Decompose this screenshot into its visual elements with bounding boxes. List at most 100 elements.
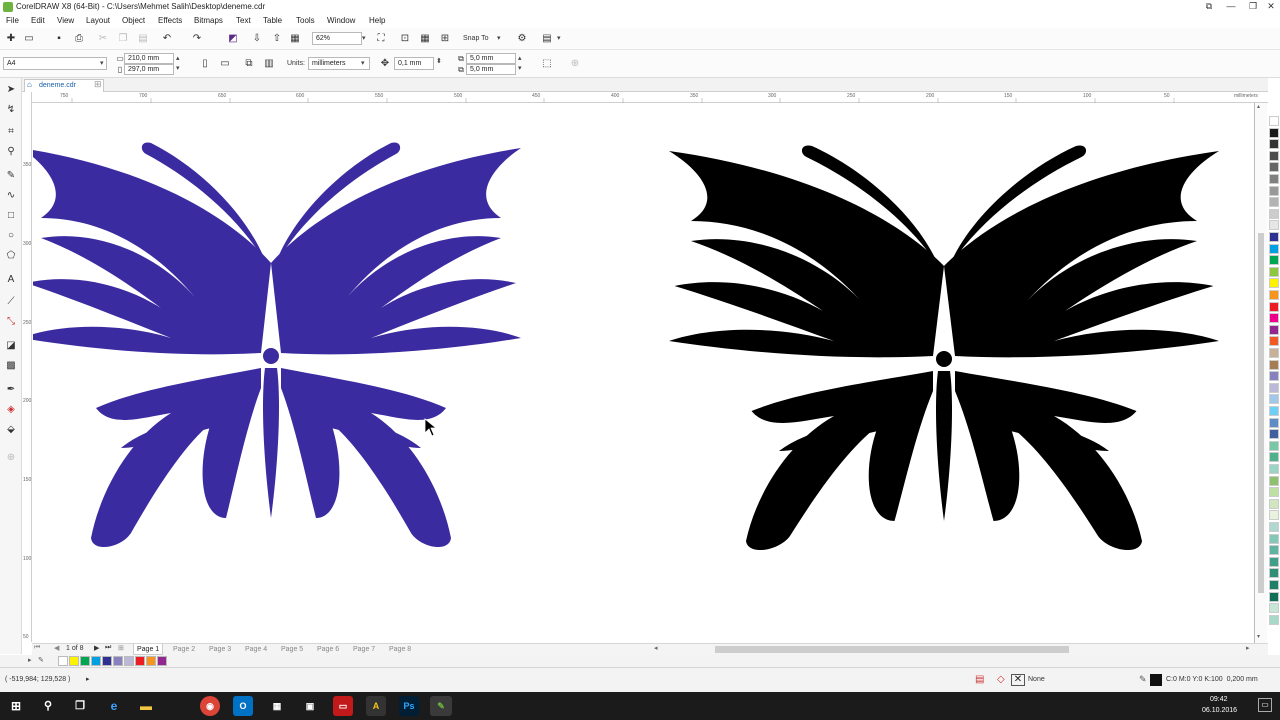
document-palette-swatch[interactable] [58, 656, 68, 666]
page-width-field[interactable]: 210,0 mm [124, 53, 174, 64]
palette-swatch[interactable] [1269, 556, 1279, 567]
drop-shadow-tool-icon[interactable]: ◪ [3, 338, 19, 354]
duplicate-x-field[interactable]: 5,0 mm [466, 53, 516, 64]
quick-customize-tools-icon[interactable]: ⊕ [3, 450, 19, 466]
page-size-dropdown-icon[interactable]: ▾ [100, 59, 104, 67]
treat-as-filled-icon[interactable]: ⬚ [540, 57, 554, 71]
palette-swatch[interactable] [1269, 197, 1279, 208]
document-palette-swatch[interactable] [146, 656, 156, 666]
vertical-ruler[interactable]: 350 300 250 200 150 100 50 [22, 92, 32, 642]
add-page-icon[interactable]: ⊞ [118, 644, 124, 652]
pick-tool-icon[interactable]: ➤ [3, 82, 19, 98]
application-launcher-icon[interactable]: ▤ [540, 32, 554, 46]
home-icon[interactable]: ⌂ [27, 80, 32, 89]
vertical-scroll-thumb[interactable] [1258, 233, 1264, 593]
parallel-dimension-tool-icon[interactable]: ⟋ [3, 294, 19, 310]
scroll-up-icon[interactable]: ▴ [1257, 103, 1260, 110]
document-palette-swatch[interactable] [102, 656, 112, 666]
document-palette-swatch[interactable] [124, 656, 134, 666]
copy-icon[interactable]: ❐ [116, 32, 130, 46]
page-height-field[interactable]: 297,0 mm [124, 64, 174, 75]
page-tab-3[interactable]: Page 3 [206, 644, 234, 655]
page-size-select[interactable]: A4 [3, 57, 107, 70]
palette-swatch[interactable] [1269, 452, 1279, 463]
page-tab-6[interactable]: Page 6 [314, 644, 342, 655]
paste-icon[interactable]: ▤ [136, 32, 150, 46]
palette-swatch[interactable] [1269, 255, 1279, 266]
menu-bitmaps[interactable]: Bitmaps [194, 16, 223, 25]
menu-layout[interactable]: Layout [86, 16, 110, 25]
landscape-icon[interactable]: ▭ [218, 57, 232, 71]
horizontal-scroll-thumb[interactable] [715, 646, 1069, 653]
last-page-icon[interactable]: ⏭ [105, 644, 111, 652]
next-page-icon[interactable]: ▶ [94, 644, 99, 652]
palette-swatch[interactable] [1269, 116, 1279, 126]
palette-swatch[interactable] [1269, 475, 1279, 486]
minimize-button[interactable]: — [1220, 0, 1242, 14]
page-tab-1[interactable]: Page 1 [133, 644, 164, 655]
palette-swatch[interactable] [1269, 510, 1279, 521]
fill-icon[interactable]: ◇ [997, 674, 1005, 685]
menu-object[interactable]: Object [122, 16, 145, 25]
menu-edit[interactable]: Edit [31, 16, 45, 25]
smart-fill-tool-icon[interactable]: ⬙ [3, 422, 19, 438]
snap-to-button[interactable]: Snap To [463, 35, 489, 42]
document-palette-swatch[interactable] [91, 656, 101, 666]
show-grid-icon[interactable]: ▦ [418, 32, 432, 46]
cut-icon[interactable]: ✂ [96, 32, 110, 46]
palette-swatch[interactable] [1269, 162, 1279, 173]
palette-swatch[interactable] [1269, 440, 1279, 451]
scroll-down-icon[interactable]: ▾ [1257, 633, 1260, 640]
palette-swatch[interactable] [1269, 487, 1279, 498]
units-dropdown-icon[interactable]: ▾ [361, 59, 365, 67]
page-tab-2[interactable]: Page 2 [170, 644, 198, 655]
windows-start-icon[interactable]: ⊞ [6, 696, 26, 716]
menu-effects[interactable]: Effects [158, 16, 182, 25]
palette-swatch[interactable] [1269, 417, 1279, 428]
page-tab-5[interactable]: Page 5 [278, 644, 306, 655]
document-tab[interactable]: deneme.cdr [24, 79, 104, 92]
palette-swatch[interactable] [1269, 313, 1279, 324]
close-button[interactable]: ✕ [1260, 0, 1280, 14]
document-palette-swatch[interactable] [69, 656, 79, 666]
undo-icon[interactable]: ↶ [160, 32, 174, 46]
notifications-icon[interactable]: ▭ [1258, 698, 1272, 712]
page-tab-7[interactable]: Page 7 [350, 644, 378, 655]
palette-swatch[interactable] [1269, 174, 1279, 184]
palette-swatch[interactable] [1269, 371, 1279, 382]
zoom-tool-icon[interactable]: ⚲ [3, 144, 19, 160]
scroll-left-icon[interactable]: ◂ [654, 644, 658, 652]
menu-tools[interactable]: Tools [296, 16, 315, 25]
height-spinner-icon[interactable]: ▾ [176, 64, 180, 72]
help-window-icon[interactable]: ⧉ [1198, 0, 1220, 14]
portrait-icon[interactable]: ▯ [198, 57, 212, 71]
palette-swatch[interactable] [1269, 603, 1279, 614]
options-gear-icon[interactable]: ⚙ [515, 32, 529, 46]
purple-butterfly[interactable] [21, 142, 521, 548]
import-icon[interactable]: ⇩ [250, 32, 264, 46]
menu-help[interactable]: Help [369, 16, 385, 25]
publish-pdf-icon[interactable]: ▦ [288, 32, 302, 46]
export-icon[interactable]: ⇧ [270, 32, 284, 46]
edge-browser-icon[interactable]: e [104, 696, 124, 716]
coreldraw-taskbar-icon[interactable]: ✎ [430, 696, 452, 716]
palette-swatch[interactable] [1269, 348, 1279, 358]
width-spinner-icon[interactable]: ▴ [176, 54, 180, 62]
palette-swatch[interactable] [1269, 533, 1279, 544]
palette-swatch[interactable] [1269, 336, 1279, 347]
document-palette-swatch[interactable] [80, 656, 90, 666]
document-palette-swatch[interactable] [135, 656, 145, 666]
palette-swatch[interactable] [1269, 139, 1279, 150]
eyedropper-icon[interactable]: ✎ [38, 656, 44, 664]
nudge-distance-field[interactable]: 0,1 mm [394, 57, 434, 70]
palette-swatch[interactable] [1269, 545, 1279, 556]
search-content-icon[interactable]: ◩ [226, 32, 240, 46]
redo-icon[interactable]: ↷ [190, 32, 204, 46]
page-tab-4[interactable]: Page 4 [242, 644, 270, 655]
text-tool-icon[interactable]: A [3, 272, 19, 288]
media-app-icon[interactable]: ▭ [333, 696, 353, 716]
zoom-dropdown-icon[interactable]: ▾ [362, 34, 366, 42]
page-tab-8[interactable]: Page 8 [386, 644, 414, 655]
palette-swatch[interactable] [1269, 185, 1279, 196]
horizontal-ruler[interactable]: 750 700 650 600 550 500 450 400 350 300 … [32, 92, 1268, 103]
